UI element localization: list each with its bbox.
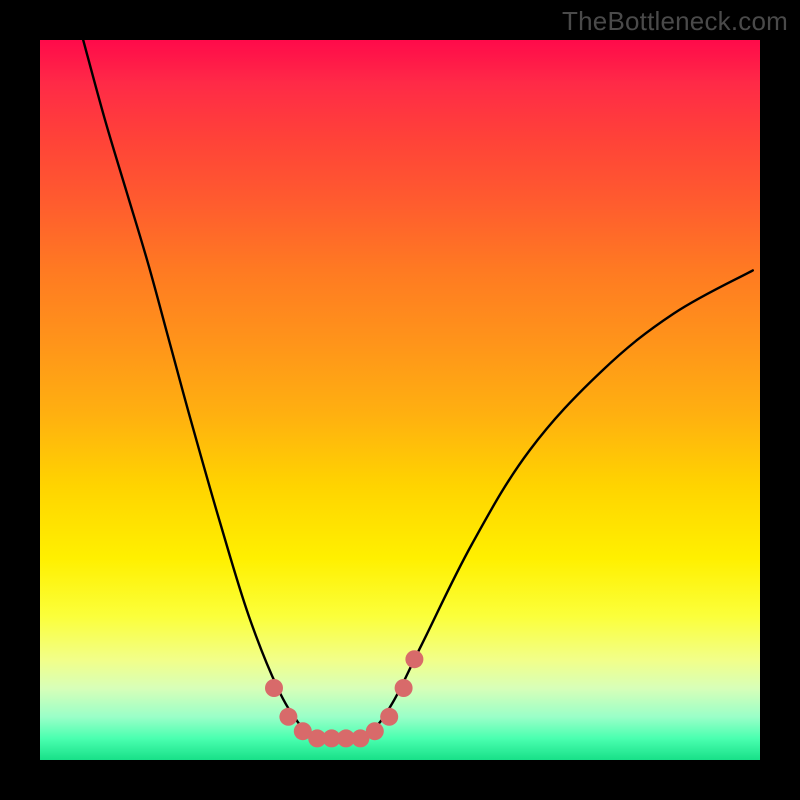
highlight-dots-group	[265, 650, 423, 747]
chart-frame: TheBottleneck.com	[0, 0, 800, 800]
highlight-dot	[279, 708, 297, 726]
curve-path	[83, 40, 753, 740]
highlight-dot	[405, 650, 423, 668]
highlight-dot	[395, 679, 413, 697]
curve-path-group	[83, 40, 753, 740]
highlight-dot	[265, 679, 283, 697]
plot-area	[40, 40, 760, 760]
highlight-dot	[366, 722, 384, 740]
highlight-dot	[380, 708, 398, 726]
chart-svg	[40, 40, 760, 760]
watermark-text: TheBottleneck.com	[562, 6, 788, 37]
